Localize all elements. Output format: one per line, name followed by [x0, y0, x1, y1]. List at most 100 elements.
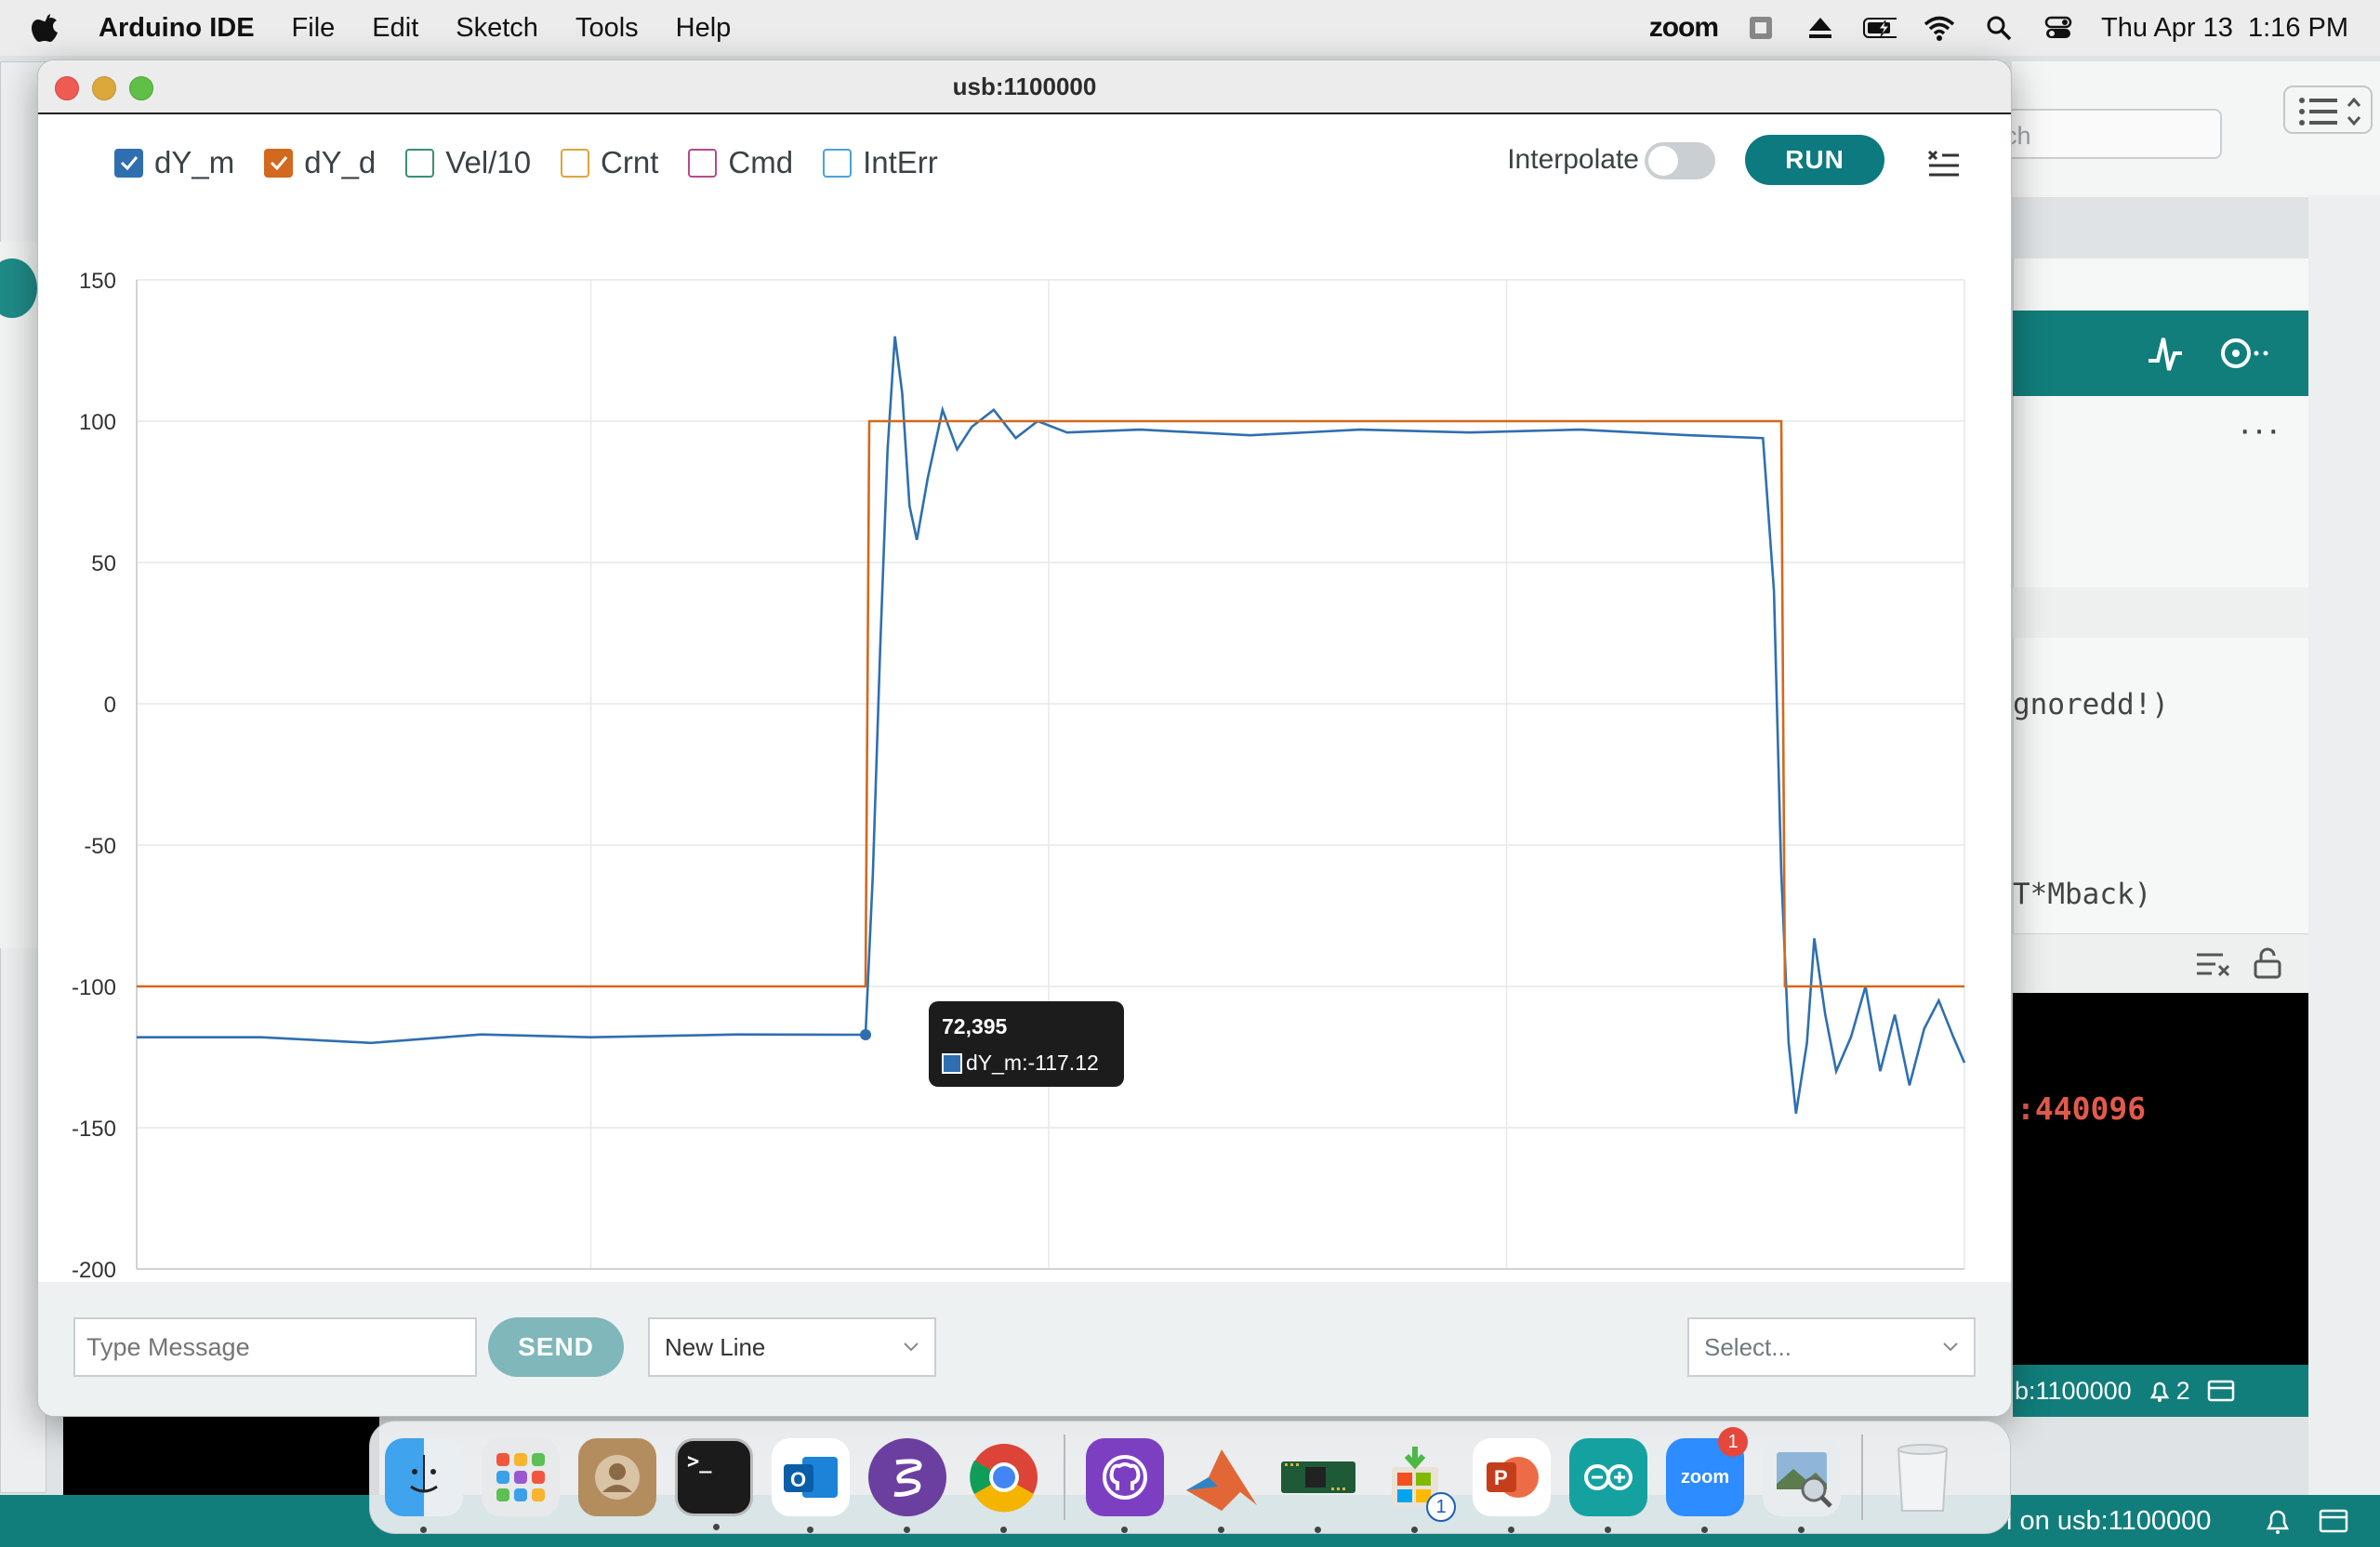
tooltip-value: -117.12	[1027, 1051, 1099, 1075]
background-code-line-1: gnoredd!)	[2013, 688, 2169, 721]
background-more-icon[interactable]: ···	[2239, 409, 2281, 451]
github-desktop-icon[interactable]	[1086, 1438, 1164, 1533]
running-indicator	[1605, 1527, 1611, 1533]
series-toggle-interr[interactable]: IntErr	[823, 145, 938, 180]
series-toggle-crnt[interactable]: Crnt	[561, 145, 658, 180]
message-input[interactable]	[73, 1317, 477, 1377]
series-toggle-dy-m[interactable]: dY_m	[114, 145, 234, 180]
window-titlebar[interactable]: usb:1100000	[38, 60, 2011, 114]
y-tick-label: 100	[79, 410, 116, 435]
series-toggle-vel-10[interactable]: Vel/10	[405, 145, 531, 180]
arduino-ide-icon[interactable]	[1569, 1438, 1647, 1533]
checkbox[interactable]	[264, 148, 294, 178]
y-tick-label: -100	[72, 975, 116, 1000]
matlab-icon[interactable]	[1183, 1438, 1261, 1533]
terminal-icon[interactable]: >_	[675, 1438, 753, 1530]
installer-badge: 1	[1426, 1492, 1456, 1522]
chrome-icon[interactable]	[965, 1438, 1043, 1533]
menu-tools[interactable]: Tools	[575, 13, 639, 44]
spotlight-search-icon[interactable]	[1982, 14, 2016, 42]
board-icon[interactable]	[1279, 1438, 1357, 1533]
minimize-button[interactable]	[92, 76, 116, 100]
dock: >_ O 1 P zoom 1	[369, 1421, 2011, 1534]
menu-edit[interactable]: Edit	[372, 13, 418, 44]
checkbox[interactable]	[114, 148, 143, 178]
run-button[interactable]: RUN	[1745, 135, 1884, 185]
running-indicator	[1798, 1527, 1805, 1533]
zoom-button[interactable]	[129, 76, 153, 100]
app-name[interactable]: Arduino IDE	[99, 13, 255, 44]
checkbox[interactable]	[823, 148, 853, 178]
trash-icon[interactable]	[1884, 1438, 1962, 1516]
line-ending-select[interactable]: New Line	[648, 1317, 936, 1377]
baud-rate-select[interactable]: Select...	[1687, 1317, 1976, 1377]
emacs-icon[interactable]	[868, 1438, 946, 1533]
bottom-panel-icon[interactable]	[2319, 1509, 2348, 1533]
menu-help[interactable]: Help	[676, 13, 732, 44]
running-indicator	[807, 1527, 813, 1533]
bottom-notification-icon[interactable]	[2265, 1508, 2291, 1536]
plot-area[interactable]: 150100500-50-100-150-2007219672320724457…	[38, 209, 2011, 1284]
series-toggle-label: dY_d	[304, 145, 377, 179]
apple-icon[interactable]	[32, 12, 60, 44]
y-tick-label: -150	[72, 1117, 116, 1142]
zoom-badge: 1	[1718, 1427, 1748, 1457]
control-center-icon[interactable]	[2042, 14, 2075, 42]
bottom-status-port: l on usb:1100000	[2006, 1506, 2212, 1536]
zoom-icon[interactable]: zoom 1	[1666, 1427, 1748, 1533]
serial-monitor-icon[interactable]	[2215, 333, 2271, 374]
contacts-icon[interactable]	[578, 1438, 656, 1516]
notification-icon[interactable]: 2	[2149, 1377, 2190, 1406]
send-button[interactable]: SEND	[488, 1317, 624, 1377]
series-toggle-cmd[interactable]: Cmd	[688, 145, 793, 180]
powerpoint-icon[interactable]: P	[1473, 1438, 1551, 1533]
message-bar: SEND New Line Select...	[38, 1282, 2011, 1416]
background-sidebar	[0, 242, 37, 948]
panel-icon[interactable]	[2207, 1380, 2235, 1402]
checkbox[interactable]	[688, 148, 718, 178]
zoom-icon-label: zoom	[1680, 1466, 1730, 1488]
wifi-icon[interactable]	[1923, 14, 1956, 42]
svg-text:P: P	[1494, 1466, 1508, 1489]
list-icon	[2299, 97, 2361, 126]
preview-icon[interactable]	[1763, 1438, 1841, 1533]
battery-icon[interactable]	[1863, 14, 1897, 42]
menu-sketch[interactable]: Sketch	[456, 13, 538, 44]
tooltip-series: dY_m	[966, 1051, 1023, 1075]
checkbox[interactable]	[405, 148, 435, 178]
serial-plotter-icon[interactable]	[2147, 333, 2184, 374]
close-button[interactable]	[55, 76, 79, 100]
screen-share-icon[interactable]	[1744, 14, 1778, 42]
background-ide-toolbar	[2013, 311, 2308, 396]
menubar-clock[interactable]: Thu Apr 13 1:16 PM	[2101, 13, 2348, 44]
launchpad-icon[interactable]	[482, 1438, 560, 1516]
lock-icon[interactable]	[2253, 947, 2282, 979]
finder-icon[interactable]	[385, 1438, 463, 1533]
y-tick-label: 50	[91, 551, 116, 576]
background-search-box[interactable]: ch	[1990, 109, 2222, 159]
background-status-port: b:1100000	[2015, 1376, 2132, 1405]
series-toggle-label: Vel/10	[445, 145, 532, 179]
window-title: usb:1100000	[952, 72, 1097, 100]
zoom-menu-extra[interactable]: zoom	[1649, 12, 1719, 44]
tooltip-swatch	[942, 1052, 962, 1074]
menu-file[interactable]: File	[292, 13, 336, 44]
interpolate-toggle[interactable]	[1645, 142, 1715, 179]
background-code-highlight	[2013, 588, 2308, 638]
installer-icon[interactable]: 1	[1376, 1438, 1456, 1533]
background-list-button[interactable]	[2283, 86, 2373, 134]
clear-plot-icon[interactable]	[1925, 142, 1963, 179]
running-indicator	[1508, 1527, 1514, 1533]
series-toggle-label: Cmd	[728, 145, 794, 179]
series-toggle-label: IntErr	[863, 145, 938, 179]
series-toggle-dy-d[interactable]: dY_d	[264, 145, 376, 180]
running-indicator	[1121, 1527, 1128, 1533]
checkbox[interactable]	[561, 148, 590, 178]
background-console-value: :440096	[2016, 1091, 2147, 1127]
eject-icon[interactable]	[1804, 14, 1837, 42]
outlook-icon[interactable]: O	[772, 1438, 850, 1533]
dock-separator	[1861, 1435, 1863, 1520]
hover-point	[860, 1029, 872, 1041]
serial-plotter-window: usb:1100000 dY_m dY_d Vel/10 Crnt Cmd IntErr …	[37, 60, 2012, 1417]
clear-output-icon[interactable]	[2195, 951, 2232, 979]
